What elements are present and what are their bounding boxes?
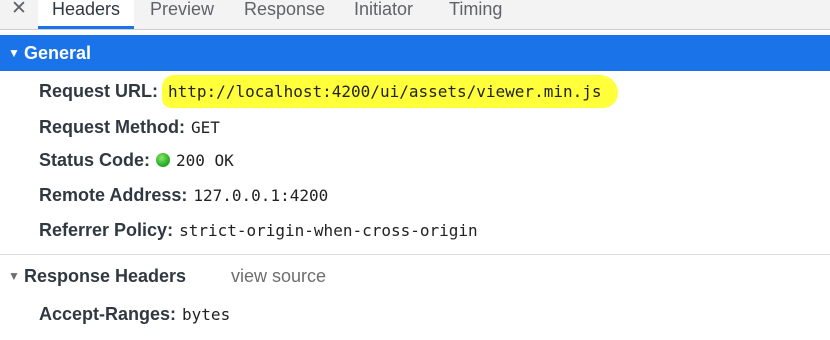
general-section-title: General: [24, 43, 92, 63]
tab-response[interactable]: Response: [244, 0, 325, 29]
tab-headers[interactable]: Headers: [38, 0, 134, 29]
status-code-row: Status Code: 200 OK: [39, 150, 234, 176]
request-method-value: GET: [191, 118, 220, 137]
request-url-row: Request URL: http://localhost:4200/ui/ass…: [39, 77, 616, 107]
remote-address-row: Remote Address: 127.0.0.1:4200: [39, 185, 328, 211]
general-section-header[interactable]: ▼ General: [0, 35, 830, 71]
remote-address-label: Remote Address:: [39, 185, 188, 205]
status-code-value: 200 OK: [176, 151, 234, 170]
tab-timing[interactable]: Timing: [449, 0, 502, 29]
close-icon[interactable]: ✕: [10, 0, 28, 20]
referrer-policy-label: Referrer Policy:: [39, 220, 174, 240]
referrer-policy-row: Referrer Policy: strict-origin-when-cross…: [39, 220, 478, 246]
accept-ranges-value: bytes: [182, 305, 231, 324]
request-url-label: Request URL:: [39, 81, 159, 101]
status-code-label: Status Code:: [39, 150, 151, 170]
tab-initiator[interactable]: Initiator: [354, 0, 413, 29]
request-method-label: Request Method:: [39, 117, 185, 137]
devtools-tab-bar: ✕ Headers Preview Response Initiator Tim…: [0, 0, 830, 30]
accept-ranges-label: Accept-Ranges:: [39, 304, 177, 324]
request-url-value: http://localhost:4200/ui/assets/viewer.m…: [164, 77, 616, 106]
request-method-row: Request Method: GET: [39, 117, 220, 143]
referrer-policy-value: strict-origin-when-cross-origin: [179, 221, 478, 240]
accept-ranges-row: Accept-Ranges: bytes: [39, 304, 230, 330]
view-source-link[interactable]: view source: [231, 266, 326, 287]
status-success-icon: [156, 153, 171, 167]
remote-address-value: 127.0.0.1:4200: [193, 186, 329, 205]
section-divider: [0, 254, 830, 255]
response-headers-section-header[interactable]: ▼ Response Headers view source: [0, 258, 830, 294]
collapse-triangle-icon: ▼: [8, 46, 20, 60]
tab-preview[interactable]: Preview: [150, 0, 214, 29]
collapse-triangle-icon: ▼: [8, 269, 20, 283]
response-headers-section-title: Response Headers: [24, 266, 187, 286]
